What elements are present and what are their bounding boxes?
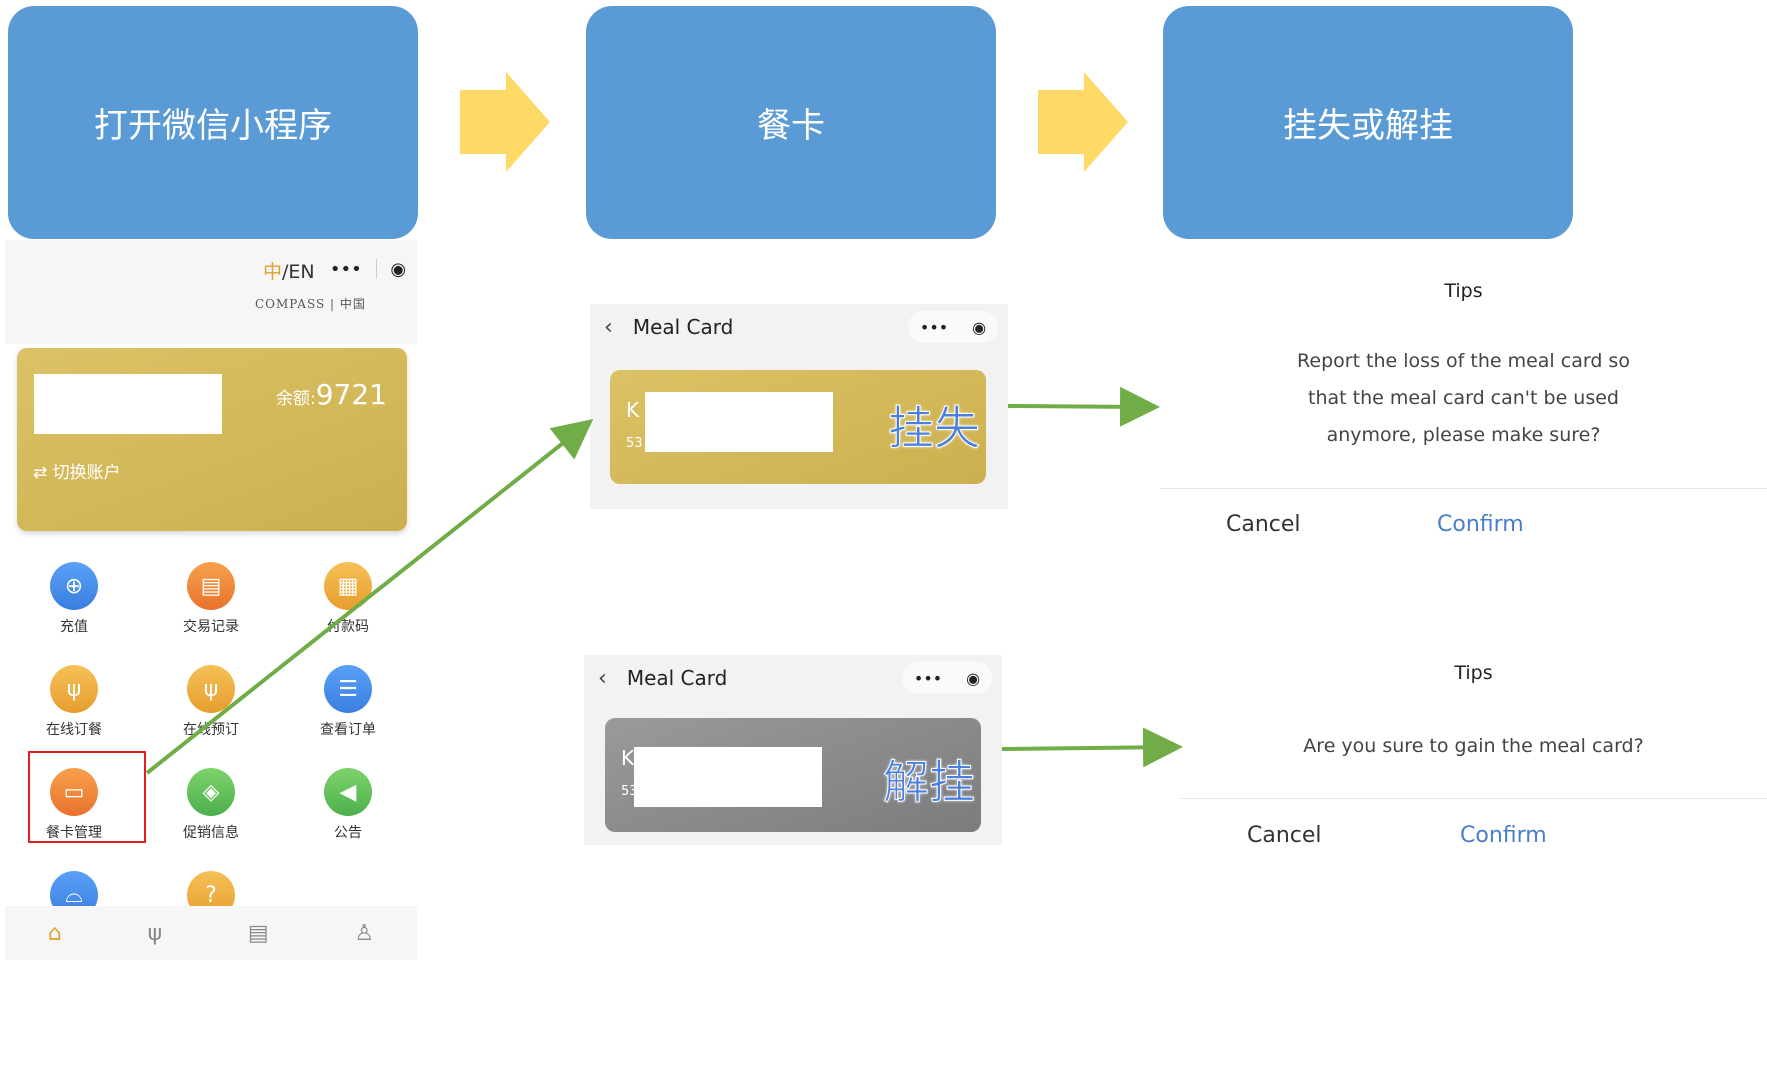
highlight-card-management	[28, 751, 146, 843]
meal-card[interactable]: K 53 解挂	[605, 718, 981, 832]
grid-item-announcements[interactable]: ◀ 公告	[288, 768, 408, 842]
report-loss-stamp: 挂失	[888, 401, 981, 456]
qrcode-icon: ▦	[324, 562, 372, 610]
switch-account-button[interactable]: ⇄ 切换账户	[33, 458, 121, 483]
right-arrow-icon	[460, 72, 550, 172]
grid-item-paycode[interactable]: ▦ 付款码	[288, 562, 408, 636]
back-icon[interactable]: ‹	[604, 315, 613, 340]
language-toggle[interactable]: 中/EN	[263, 257, 315, 284]
miniprogram-capsule[interactable]: ••• ◉	[323, 252, 413, 286]
meal-card-title: Meal Card	[632, 315, 734, 339]
close-icon[interactable]: ◉	[966, 669, 980, 688]
compass-logo: COMPASS | 中国	[255, 297, 366, 311]
card-name: K	[621, 746, 635, 770]
speaker-icon: ◀	[324, 768, 372, 816]
step-meal-card: 餐卡	[586, 6, 996, 239]
tab-bar: ⌂ ψ ▤ ♙	[5, 906, 417, 960]
grid-item-promotions[interactable]: ◈ 促销信息	[151, 768, 271, 842]
report-loss-dialog: Tips Report the loss of the meal card so…	[1160, 268, 1767, 568]
order-icon: ☰	[324, 665, 372, 713]
step-report-loss: 挂失或解挂	[1163, 6, 1573, 239]
cancel-button[interactable]: Cancel	[1247, 823, 1322, 848]
meal-card-header: ‹ Meal Card ••• ◉	[584, 655, 1002, 701]
record-icon: ▤	[187, 562, 235, 610]
dialog-message: Are you sure to gain the meal card?	[1303, 735, 1644, 757]
phone-home-screen: 中/EN ••• ◉ COMPASS | 中国 余额:9721 ⇄ 切换账户 ⊕…	[5, 240, 417, 960]
dialog-divider	[1160, 488, 1767, 489]
dialog-title: Tips	[1444, 280, 1483, 302]
grid-item-recharge[interactable]: ⊕ 充值	[14, 562, 134, 636]
miniprogram-capsule[interactable]: ••• ◉	[902, 662, 992, 694]
card-name: K	[626, 398, 640, 422]
dialog-message: Report the loss of the meal card so that…	[1297, 350, 1630, 446]
message-icon[interactable]: ▤	[248, 921, 269, 946]
dialog-title: Tips	[1454, 662, 1493, 684]
fork-icon: ψ	[50, 665, 98, 713]
step-label: 打开微信小程序	[94, 106, 332, 146]
miniprogram-capsule[interactable]: ••• ◉	[908, 311, 998, 343]
meal-card-header: ‹ Meal Card ••• ◉	[590, 304, 1008, 350]
cancel-button[interactable]: Cancel	[1226, 512, 1301, 537]
more-icon[interactable]: •••	[330, 259, 362, 280]
recharge-icon: ⊕	[50, 562, 98, 610]
more-icon[interactable]: •••	[914, 669, 942, 688]
redacted-box	[34, 374, 222, 434]
redacted-box	[634, 747, 822, 807]
arrow-to-unlock-dialog	[1001, 727, 1183, 768]
meal-card-panel-report-loss: ‹ Meal Card ••• ◉ K 53 挂失	[590, 304, 1008, 509]
fork-icon: ψ	[187, 665, 235, 713]
unlock-dialog: Tips Are you sure to gain the meal card?…	[1180, 650, 1767, 880]
close-icon[interactable]: ◉	[390, 259, 406, 280]
grid-item-online-order[interactable]: ψ 在线订餐	[14, 665, 134, 739]
confirm-button[interactable]: Confirm	[1460, 823, 1547, 848]
step-label: 挂失或解挂	[1283, 106, 1453, 146]
arrow-to-report-dialog	[1007, 386, 1160, 427]
step-label: 餐卡	[757, 106, 825, 146]
grid-item-online-reserve[interactable]: ψ 在线预订	[151, 665, 271, 739]
profile-icon[interactable]: ♙	[354, 921, 374, 946]
meal-card-title: Meal Card	[626, 666, 728, 690]
grid-item-view-orders[interactable]: ☰ 查看订单	[288, 665, 408, 739]
home-icon[interactable]: ⌂	[48, 921, 62, 946]
account-card: 余额:9721 ⇄ 切换账户	[17, 348, 407, 531]
menu-icon[interactable]: ψ	[148, 921, 163, 946]
step-open-miniprogram: 打开微信小程序	[8, 6, 418, 239]
confirm-button[interactable]: Confirm	[1437, 512, 1524, 537]
meal-card[interactable]: K 53 挂失	[610, 370, 986, 484]
tag-icon: ◈	[187, 768, 235, 816]
right-arrow-icon	[1038, 72, 1128, 172]
unlock-stamp: 解挂	[883, 755, 976, 810]
close-icon[interactable]: ◉	[972, 318, 986, 337]
grid-item-transactions[interactable]: ▤ 交易记录	[151, 562, 271, 636]
dialog-divider	[1180, 798, 1767, 799]
back-icon[interactable]: ‹	[598, 666, 607, 691]
more-icon[interactable]: •••	[920, 318, 948, 337]
card-number: 53	[626, 436, 643, 451]
phone-header: 中/EN ••• ◉ COMPASS | 中国	[5, 240, 417, 344]
redacted-box	[645, 392, 833, 452]
meal-card-panel-unlock: ‹ Meal Card ••• ◉ K 53 解挂	[584, 655, 1002, 845]
balance: 余额:9721	[276, 378, 387, 411]
